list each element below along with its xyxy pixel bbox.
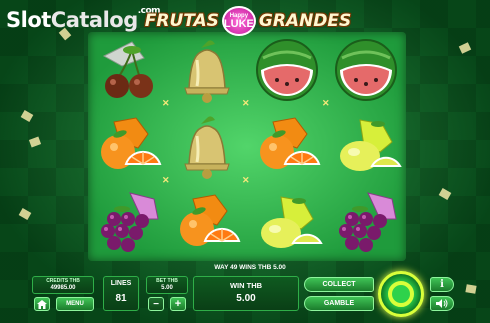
- lines-label: LINES: [110, 280, 132, 287]
- watermark-part1: Slot: [6, 8, 51, 32]
- spin-button[interactable]: [378, 271, 424, 317]
- reel-symbol-watermelon: [247, 32, 327, 108]
- menu-button[interactable]: MENU: [56, 297, 94, 311]
- logo-badge-main: LUKE: [223, 17, 254, 30]
- info-icon: i: [440, 279, 444, 290]
- win-marker-icon: ✕: [162, 175, 170, 185]
- win-label: WIN THB: [229, 281, 263, 290]
- sound-button[interactable]: [430, 296, 454, 311]
- bell-icon: [184, 40, 230, 104]
- gamble-button[interactable]: GAMBLE: [304, 296, 374, 311]
- credits-label: CREDITS THB: [46, 278, 80, 284]
- logo-word-left: FRUTAS: [144, 11, 219, 31]
- lines-value: 81: [115, 293, 127, 304]
- lemon-icon: [340, 119, 402, 172]
- win-line-text: WAY 49 WINS THB 5.00: [214, 264, 286, 271]
- watermelon-icon: [255, 39, 318, 102]
- credits-value: 49985.00: [50, 285, 76, 291]
- game-logo: FRUTAS Happy LUKE GRANDES: [145, 6, 351, 36]
- grapes-icon: [339, 192, 397, 252]
- orange-icon: [180, 194, 241, 246]
- win-value: 5.00: [236, 293, 256, 304]
- bet-decrease-button[interactable]: −: [148, 297, 164, 311]
- home-button[interactable]: [34, 297, 50, 311]
- win-marker-icon: ✕: [322, 98, 330, 108]
- reel-symbol-orange: [247, 108, 327, 184]
- orange-icon: [259, 117, 321, 170]
- home-icon: [37, 299, 47, 309]
- win-marker-icon: ✕: [242, 98, 250, 108]
- reel-symbol-orange: [88, 108, 168, 184]
- cherries-icon: [102, 41, 153, 99]
- reel-grid: [88, 32, 406, 261]
- reel-symbol-lemon: [327, 108, 407, 184]
- reel-symbol-watermelon: [327, 32, 407, 108]
- lemon-icon: [260, 196, 323, 248]
- reel-symbol-grapes: [327, 185, 407, 261]
- reel-symbol-orange: [168, 185, 248, 261]
- collect-button[interactable]: COLLECT: [304, 277, 374, 292]
- speaker-icon: [436, 299, 448, 308]
- bet-label: BET THB: [156, 278, 178, 284]
- spin-icon: [388, 281, 414, 307]
- reel-symbol-bell: [168, 108, 248, 184]
- bell-icon: [184, 116, 230, 180]
- bet-increase-button[interactable]: +: [170, 297, 186, 311]
- reel-symbol-grapes: [88, 185, 168, 261]
- logo-badge: Happy LUKE: [221, 6, 256, 36]
- reel-symbol-bell: [168, 32, 248, 108]
- confetti: [465, 284, 477, 294]
- info-button[interactable]: i: [430, 277, 454, 292]
- orange-icon: [100, 117, 162, 170]
- logo-word-right: GRANDES: [258, 11, 352, 31]
- grapes-icon: [100, 192, 159, 252]
- win-marker-icon: ✕: [242, 175, 250, 185]
- win-marker-icon: ✕: [162, 98, 170, 108]
- watermelon-icon: [335, 39, 398, 102]
- reel-area: ✕ ✕ ✕ ✕ ✕: [88, 32, 406, 261]
- watermark-part2: Catalog: [50, 8, 138, 32]
- site-watermark: SlotCatalog.com: [6, 6, 161, 32]
- reel-symbol-cherries: [88, 32, 168, 108]
- reel-symbol-lemon: [247, 185, 327, 261]
- bet-value: 5.00: [161, 285, 173, 291]
